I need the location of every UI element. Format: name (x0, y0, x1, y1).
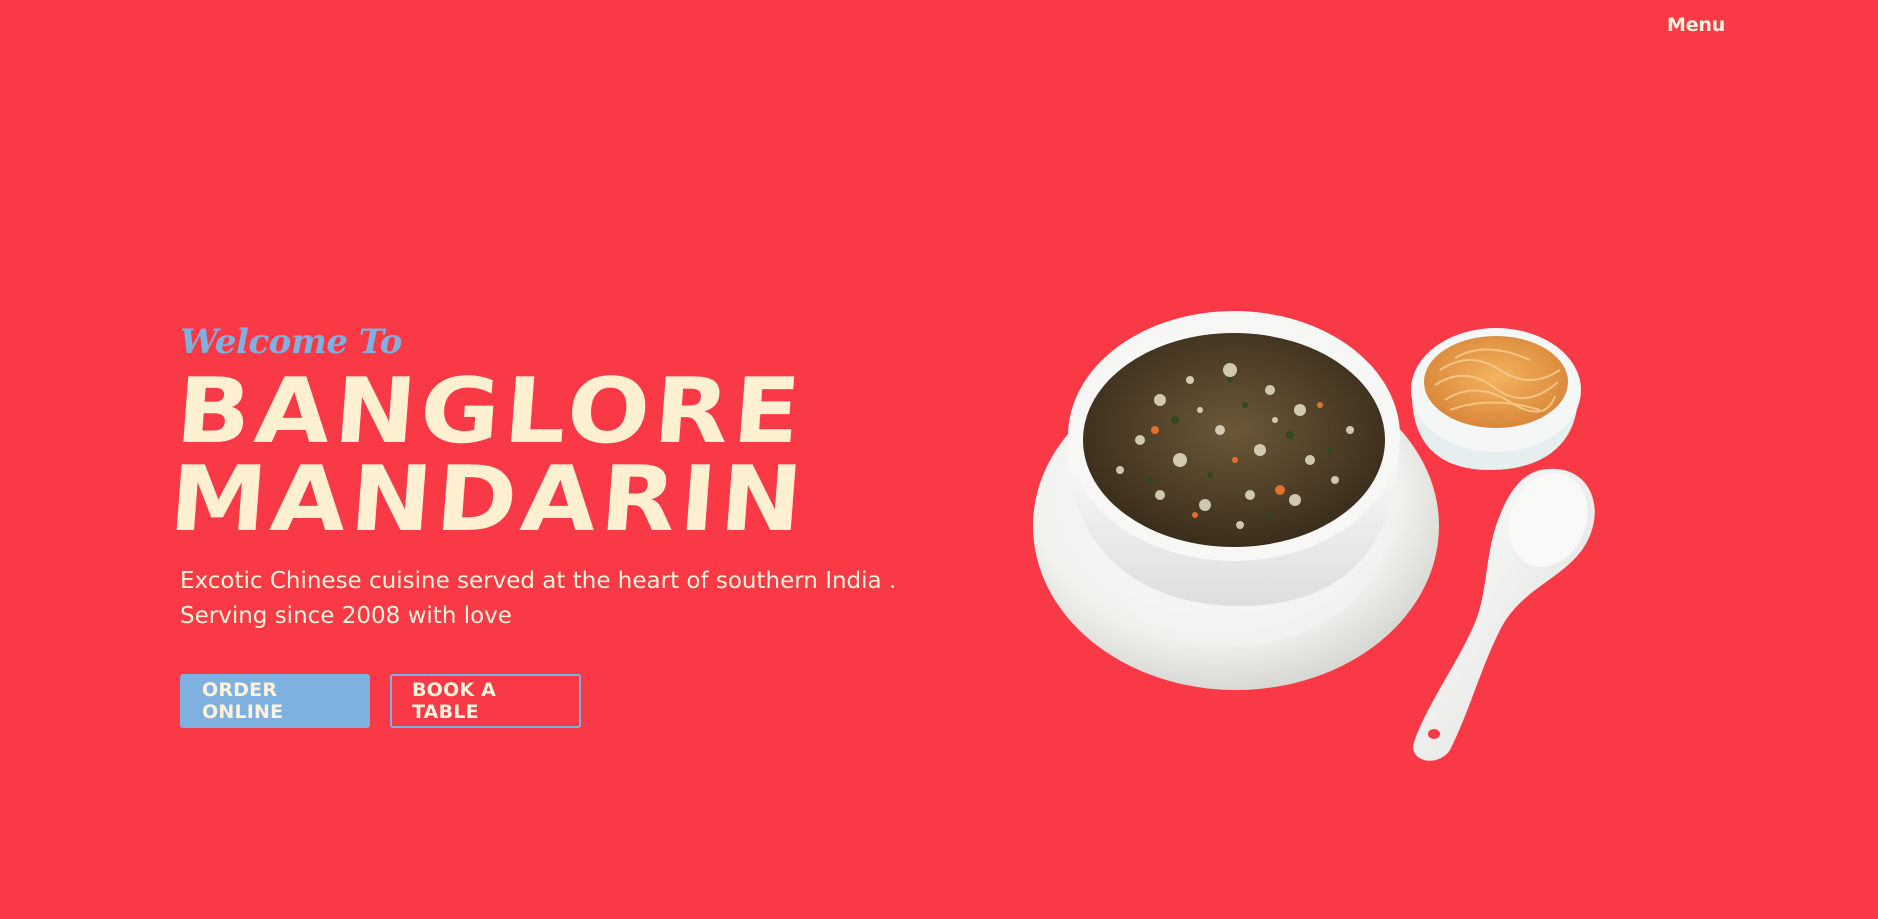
welcome-text: Welcome To (180, 322, 402, 362)
title-line-1: BANGLORE (172, 359, 809, 464)
order-online-button[interactable]: ORDER ONLINE (180, 674, 370, 728)
page: Menu Welcome To BANGLORE MANDARIN Excoti… (0, 0, 1878, 919)
title-line-2: MANDARIN (166, 447, 811, 552)
book-table-button[interactable]: BOOK A TABLE (390, 674, 581, 728)
hero-actions: ORDER ONLINE BOOK A TABLE (180, 674, 581, 728)
hero-text: Welcome To BANGLORE MANDARIN Excotic Chi… (166, 322, 940, 634)
restaurant-title: BANGLORE MANDARIN (166, 359, 1001, 552)
tagline: Excotic Chinese cuisine served at the he… (180, 564, 920, 634)
soup-bowl-image (1033, 311, 1595, 761)
tagline-line-1: Excotic Chinese cuisine served at the he… (180, 568, 897, 594)
tagline-line-2: Serving since 2008 with love (180, 603, 512, 629)
nav-menu-link[interactable]: Menu (1667, 12, 1725, 38)
